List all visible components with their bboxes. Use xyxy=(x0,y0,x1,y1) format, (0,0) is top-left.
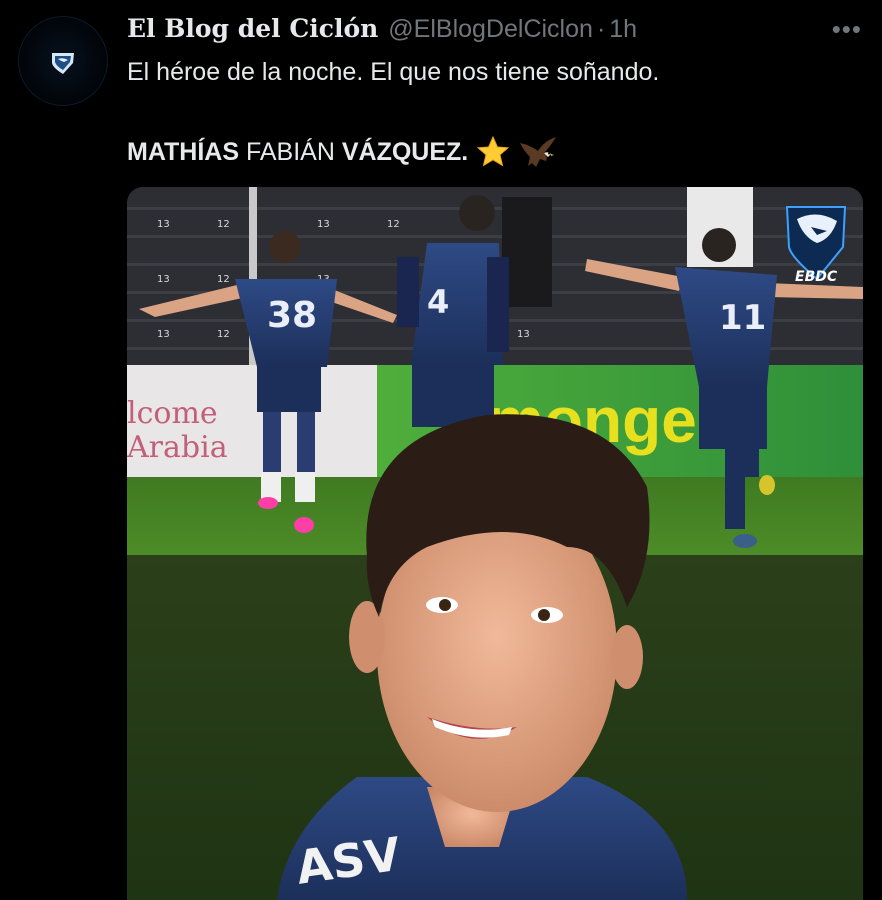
ebdc-badge-icon: EBDC xyxy=(785,206,847,285)
svg-text:13: 13 xyxy=(517,329,530,340)
svg-text:13: 13 xyxy=(157,219,170,230)
number-4: 4 xyxy=(427,283,449,321)
tweet-text-line2: MATHÍAS FABIÁN VÁZQUEZ. xyxy=(127,133,558,171)
svg-text:13: 13 xyxy=(157,329,170,340)
timestamp[interactable]: 1h xyxy=(609,15,637,44)
name-first: MATHÍAS xyxy=(127,137,240,166)
number-11: 11 xyxy=(719,298,766,338)
more-options-button[interactable]: ••• xyxy=(832,16,862,42)
eagle-logo-icon xyxy=(52,53,74,74)
svg-text:13: 13 xyxy=(317,219,330,230)
number-38: 38 xyxy=(267,295,317,336)
eagle-emoji-icon xyxy=(520,137,557,167)
profile-avatar[interactable] xyxy=(18,16,108,106)
name-middle: FABIÁN xyxy=(245,137,335,166)
star-emoji-icon xyxy=(477,135,510,167)
svg-text:12: 12 xyxy=(217,219,230,230)
tweet-text-line1: El héroe de la noche. El que nos tiene s… xyxy=(127,58,660,86)
author-name[interactable]: El Blog del Ciclón xyxy=(127,14,378,43)
banner-left-line2: Arabia xyxy=(127,430,228,465)
football-celebration-photo: 13121312 13121313 13121313 lcome Arabia … xyxy=(127,187,863,900)
tweet-header: El Blog del Ciclón @ElBlogDelCiclon · 1h xyxy=(127,14,637,48)
svg-text:12: 12 xyxy=(387,219,400,230)
tweet-image[interactable]: 13121312 13121313 13121313 lcome Arabia … xyxy=(127,187,863,900)
badge-text: EBDC xyxy=(795,269,838,285)
svg-text:12: 12 xyxy=(217,329,230,340)
separator-dot: · xyxy=(596,15,606,43)
svg-text:12: 12 xyxy=(217,274,230,285)
banner-left-line1: lcome xyxy=(127,396,218,431)
svg-text:13: 13 xyxy=(157,274,170,285)
author-handle[interactable]: @ElBlogDelCiclon xyxy=(388,15,593,44)
name-last: VÁZQUEZ. xyxy=(341,137,469,166)
